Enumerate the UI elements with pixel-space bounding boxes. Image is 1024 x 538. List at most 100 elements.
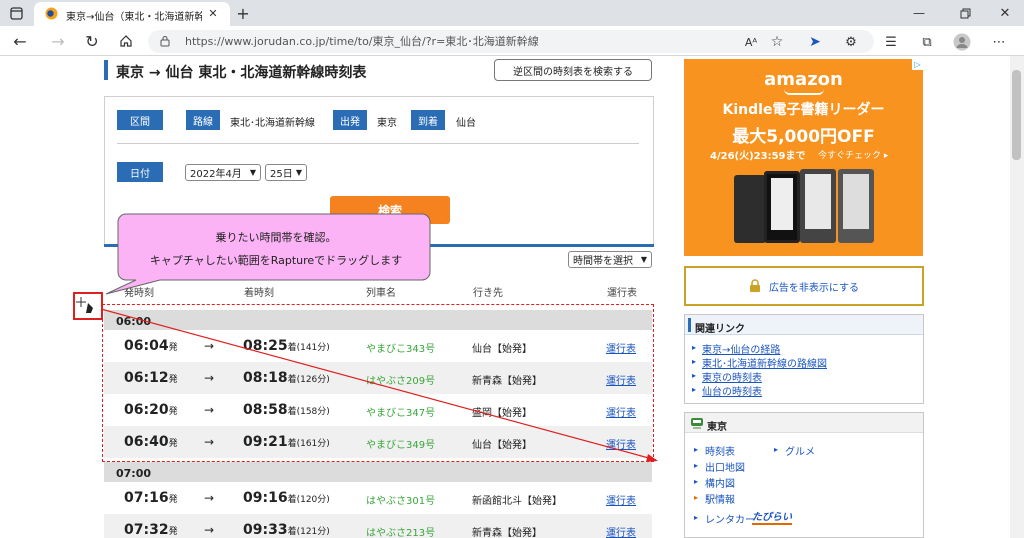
tab-title: 東京→仙台（東北・北海道新幹線: [66, 12, 202, 23]
destination: 新函館北斗【始発】: [472, 496, 562, 507]
bullet-icon: ▸: [692, 371, 697, 380]
tab-actions-icon[interactable]: [8, 5, 24, 21]
table-row: 07:32発 → 09:33着(121分) はやぶさ213号 新青森【始発】 運…: [104, 514, 652, 538]
arr-time: 09:33着(121分): [243, 522, 330, 538]
read-aloud-icon[interactable]: Aᴬ: [742, 33, 760, 51]
arrival-label: 到着: [411, 110, 445, 130]
new-tab-icon[interactable]: +: [234, 4, 252, 23]
kindle-device-icon: [734, 175, 766, 243]
related-accent-bar: [688, 318, 691, 332]
bullet-icon: ▸: [692, 357, 697, 366]
related-title: 関連リンク: [695, 324, 745, 335]
station-title: 東京: [707, 422, 727, 433]
extension-arrow-icon[interactable]: ➤: [806, 33, 824, 51]
section-label: 区間: [117, 110, 163, 130]
arrow-icon: →: [204, 491, 215, 505]
month-value: 2022年4月: [190, 169, 242, 180]
route-label: 路線: [186, 110, 220, 130]
station-link-gourmet[interactable]: グルメ: [785, 443, 815, 458]
callout-line-2: キャプチャしたい範囲をRaptureでドラッグします: [149, 254, 403, 267]
url-text[interactable]: https://www.jorudan.co.jp/time/to/東京_仙台/…: [185, 33, 539, 49]
hide-ad-label: 広告を非表示にする: [768, 282, 860, 294]
station-link-floor-map[interactable]: 構内図: [705, 475, 735, 490]
departure-value: 東京: [377, 118, 397, 129]
form-divider: [117, 143, 639, 144]
departure-label: 出発: [333, 110, 367, 130]
padlock-icon: [749, 279, 760, 292]
chevron-down-icon: ▼: [295, 168, 302, 177]
favorites-list-icon[interactable]: ☰: [882, 33, 900, 51]
hide-ad-button[interactable]: 広告を非表示にする: [684, 266, 924, 306]
bullet-icon: ▸: [694, 513, 699, 522]
ad-choices-icon[interactable]: ▷: [912, 59, 923, 70]
bullet-icon: ▸: [692, 343, 697, 352]
back-icon[interactable]: ←: [10, 31, 30, 51]
schedule-link[interactable]: 運行表: [606, 492, 636, 507]
ad-cta[interactable]: 今すぐチェック ▸: [818, 148, 888, 161]
station-link-timetable[interactable]: 時刻表: [705, 443, 735, 458]
site-favicon: [44, 6, 58, 20]
ad-banner[interactable]: amazon Kindle電子書籍リーダー 最大5,000円OFF 4/26(火…: [684, 59, 923, 256]
day-select[interactable]: 25日 ▼: [265, 164, 307, 181]
route-value: 東北･北海道新幹線: [230, 118, 315, 129]
related-link-map[interactable]: 東北･北海道新幹線の路線図: [702, 355, 827, 370]
destination: 新青森【始発】: [472, 528, 542, 538]
amazon-smile-icon: [784, 89, 824, 95]
drag-arrow-icon: [89, 305, 658, 462]
extensions-icon[interactable]: ⚙: [842, 33, 860, 51]
lock-icon[interactable]: [158, 34, 172, 48]
train-name: はやぶさ213号: [366, 528, 436, 538]
maximize-icon[interactable]: [956, 4, 974, 22]
month-select[interactable]: 2022年4月 ▼: [185, 164, 261, 181]
ad-line-1: Kindle電子書籍リーダー: [722, 102, 885, 118]
page-content: 東京 → 仙台 東北・北海道新幹線時刻表 逆区間の時刻表を検索する 区間 路線 …: [0, 56, 1010, 538]
bullet-icon: ▸: [694, 477, 699, 486]
station-link-info[interactable]: 駅情報: [705, 491, 735, 506]
related-link-tokyo[interactable]: 東京の時刻表: [702, 369, 762, 384]
crosshair-cursor-icon: [73, 292, 103, 320]
page-title: 東京 → 仙台 東北・北海道新幹線時刻表: [116, 65, 367, 81]
related-link-sendai[interactable]: 仙台の時刻表: [702, 383, 762, 398]
station-link-rental[interactable]: レンタカー: [705, 511, 755, 526]
favorite-star-icon[interactable]: ☆: [768, 33, 786, 51]
close-window-icon[interactable]: ✕: [996, 4, 1014, 22]
chevron-down-icon: ▼: [640, 255, 647, 264]
station-link-exit-map[interactable]: 出口地図: [705, 459, 745, 474]
day-value: 25日: [270, 169, 293, 180]
home-icon[interactable]: [116, 31, 136, 51]
title-accent-bar: [104, 60, 108, 80]
date-label: 日付: [117, 162, 163, 182]
scrollbar-thumb[interactable]: [1012, 70, 1021, 160]
bullet-icon: ▸: [774, 445, 779, 454]
arr-time: 09:16着(120分): [243, 490, 330, 506]
tabirai-logo[interactable]: たびらい: [752, 508, 792, 525]
related-link-route[interactable]: 東京→仙台の経路: [702, 341, 780, 356]
settings-more-icon[interactable]: ⋯: [990, 33, 1008, 51]
profile-avatar-icon[interactable]: [952, 32, 972, 52]
minimize-icon[interactable]: —: [910, 4, 928, 22]
train-icon: [691, 418, 703, 429]
refresh-icon[interactable]: ↻: [82, 31, 102, 51]
schedule-link[interactable]: 運行表: [606, 524, 636, 538]
table-row: 07:16発 → 09:16着(120分) はやぶさ301号 新函館北斗【始発】…: [104, 482, 652, 514]
kindle-device-icon: [764, 171, 800, 243]
bullet-icon: ▸: [694, 493, 699, 502]
time-range-select[interactable]: 時間帯を選択 ▼: [568, 251, 652, 268]
callout-line-1: 乗りたい時間帯を確認。: [215, 231, 337, 244]
close-tab-icon[interactable]: ✕: [206, 6, 220, 20]
bullet-icon: ▸: [692, 385, 697, 394]
train-name: はやぶさ301号: [366, 496, 436, 507]
arrival-value: 仙台: [456, 118, 476, 129]
reverse-search-button[interactable]: 逆区間の時刻表を検索する: [494, 59, 652, 81]
forward-icon[interactable]: →: [48, 31, 68, 51]
ad-brand: amazon: [764, 69, 843, 90]
ad-line-2: 最大5,000円OFF: [732, 127, 875, 147]
kindle-device-icon: [800, 169, 836, 243]
dep-time: 07:16発: [124, 490, 178, 506]
bullet-icon: ▸: [694, 461, 699, 470]
active-tab[interactable]: 東京→仙台（東北・北海道新幹線 ✕: [34, 2, 230, 26]
collections-icon[interactable]: ⧉: [918, 33, 936, 51]
bullet-icon: ▸: [694, 445, 699, 454]
arrow-icon: →: [204, 523, 215, 537]
dep-time: 07:32発: [124, 522, 178, 538]
